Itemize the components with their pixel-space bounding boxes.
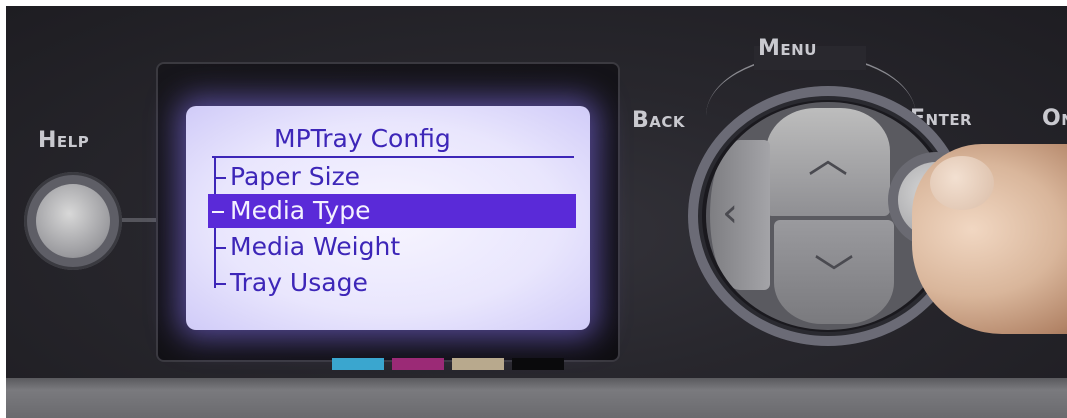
magenta-toner-indicator bbox=[392, 358, 444, 370]
panel-bottom-edge bbox=[6, 378, 1067, 418]
back-button[interactable] bbox=[710, 140, 770, 290]
menu-item-media-type[interactable]: Media Type bbox=[208, 194, 576, 228]
tree-branch bbox=[214, 247, 226, 249]
menu-item-label: Paper Size bbox=[230, 162, 361, 191]
help-label: Help bbox=[38, 128, 90, 153]
yellow-toner-indicator bbox=[452, 358, 504, 370]
menu-item-tray-usage[interactable]: Tray Usage bbox=[214, 266, 554, 300]
lcd-title-underline bbox=[212, 156, 574, 158]
toner-color-indicators bbox=[332, 358, 572, 372]
menu-label: Menu bbox=[758, 36, 817, 61]
chevron-down-icon: ﹀ bbox=[814, 252, 854, 298]
menu-item-media-weight[interactable]: Media Weight bbox=[214, 230, 554, 264]
help-connector-line bbox=[122, 218, 162, 222]
tree-branch bbox=[214, 283, 226, 285]
black-toner-indicator bbox=[512, 358, 564, 370]
cyan-toner-indicator bbox=[332, 358, 384, 370]
menu-item-label: Media Type bbox=[230, 196, 371, 225]
menu-item-paper-size[interactable]: Paper Size bbox=[214, 160, 554, 194]
fingernail bbox=[930, 156, 994, 210]
lcd-screen: MPTray Config Paper Size Media Type Medi… bbox=[186, 106, 590, 330]
chevron-left-icon: ‹ bbox=[722, 190, 738, 236]
menu-item-label: Tray Usage bbox=[230, 268, 368, 297]
help-button[interactable] bbox=[36, 184, 110, 258]
lcd-title: MPTray Config bbox=[274, 124, 451, 153]
tree-branch bbox=[212, 211, 224, 213]
online-label: On bbox=[1042, 106, 1067, 131]
back-label: Back bbox=[632, 108, 686, 133]
menu-item-label: Media Weight bbox=[230, 232, 401, 261]
printer-control-panel: Help Back Menu Enter On MPTray Config Pa… bbox=[6, 6, 1067, 418]
chevron-up-icon: ︿ bbox=[808, 136, 848, 182]
tree-branch bbox=[214, 177, 226, 179]
